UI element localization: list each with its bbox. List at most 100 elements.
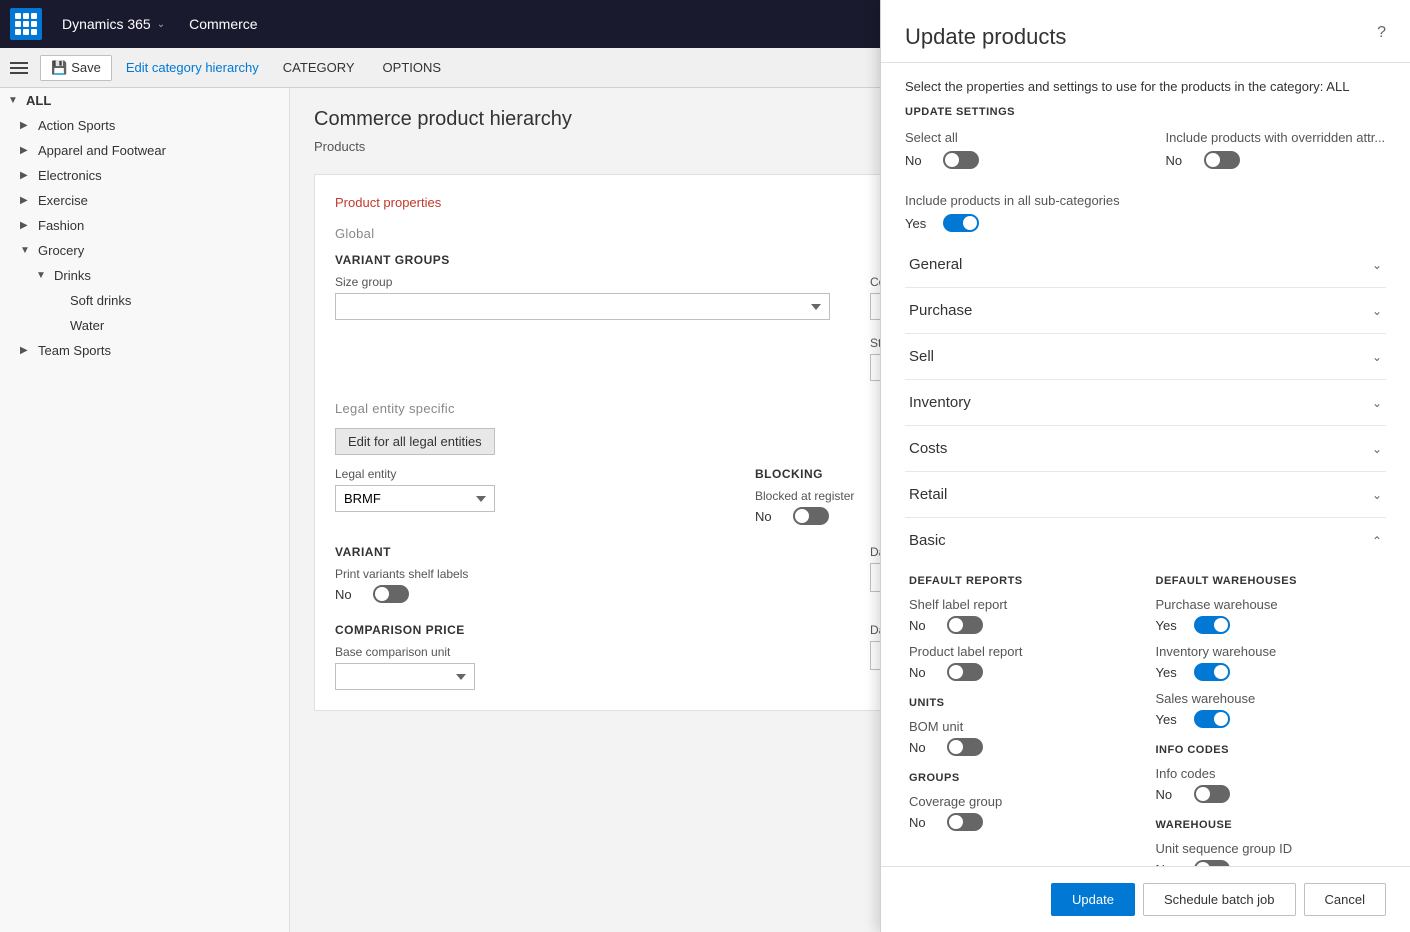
update-button[interactable]: Update	[1051, 883, 1135, 916]
unit-sequence-field: Unit sequence group ID No	[1156, 841, 1383, 866]
sidebar: ▼ ALL ▶ Action Sports ▶ Apparel and Foot…	[0, 88, 290, 932]
hamburger-menu-icon[interactable]	[8, 56, 32, 80]
product-label-report-row: No	[909, 663, 1136, 681]
include-overridden-toggle-row: No	[1166, 151, 1387, 169]
schedule-batch-job-button[interactable]: Schedule batch job	[1143, 883, 1296, 916]
update-settings-row: Select all No Include products with over…	[905, 130, 1386, 177]
purchase-warehouse-toggle[interactable]	[1194, 616, 1230, 634]
accordion-inventory-header[interactable]: Inventory ⌄	[905, 380, 1386, 425]
shelf-label-report-toggle[interactable]	[947, 616, 983, 634]
warehouse-section: WAREHOUSE Unit sequence group ID No	[1156, 819, 1383, 866]
unit-sequence-toggle[interactable]	[1194, 860, 1230, 866]
sidebar-item-action-sports[interactable]: ▶ Action Sports	[0, 113, 289, 138]
legal-entity-col: Legal entity BRMF	[335, 467, 715, 533]
sidebar-item-grocery[interactable]: ▼ Grocery	[0, 238, 289, 263]
apparel-chevron-icon: ▶	[20, 145, 34, 156]
purchase-warehouse-field: Purchase warehouse Yes	[1156, 597, 1383, 634]
print-variants-toggle[interactable]	[373, 585, 409, 603]
panel-description: Select the properties and settings to us…	[905, 88, 1386, 94]
unit-sequence-label: Unit sequence group ID	[1156, 841, 1383, 856]
inventory-warehouse-toggle[interactable]	[1194, 663, 1230, 681]
sidebar-item-exercise[interactable]: ▶ Exercise	[0, 188, 289, 213]
include-subcategories-toggle-row: Yes	[905, 214, 1386, 232]
coverage-group-toggle[interactable]	[947, 813, 983, 831]
cancel-button[interactable]: Cancel	[1304, 883, 1386, 916]
accordion-costs-header[interactable]: Costs ⌄	[905, 426, 1386, 471]
include-overridden-toggle[interactable]	[1204, 151, 1240, 169]
drinks-chevron-icon: ▼	[36, 270, 50, 281]
fashion-chevron-icon: ▶	[20, 220, 34, 231]
apps-button[interactable]	[10, 8, 42, 40]
sidebar-item-soft-drinks[interactable]: Soft drinks	[0, 288, 289, 313]
accordion-basic-header[interactable]: Basic ⌃	[905, 518, 1386, 563]
edit-all-legal-entities-button[interactable]: Edit for all legal entities	[335, 428, 495, 455]
accordion-purchase-header[interactable]: Purchase ⌄	[905, 288, 1386, 333]
inventory-chevron-icon: ⌄	[1372, 396, 1382, 410]
sidebar-item-apparel-footwear[interactable]: ▶ Apparel and Footwear	[0, 138, 289, 163]
edit-category-hierarchy-link[interactable]: Edit category hierarchy	[120, 56, 265, 79]
panel-body: Select the properties and settings to us…	[881, 88, 1410, 866]
base-comparison-unit-select[interactable]	[335, 663, 475, 690]
category-tab[interactable]: CATEGORY	[273, 56, 365, 79]
purchase-warehouse-label: Purchase warehouse	[1156, 597, 1383, 612]
product-label-report-value: No	[909, 665, 939, 680]
accordion-retail: Retail ⌄	[905, 472, 1386, 518]
accordion-basic: Basic ⌃ DEFAULT REPORTS Shelf label repo…	[905, 518, 1386, 866]
info-codes-value: No	[1156, 787, 1186, 802]
general-chevron-icon: ⌄	[1372, 258, 1382, 272]
size-group-field: Size group	[335, 275, 830, 320]
basic-left-col: DEFAULT REPORTS Shelf label report No Pr…	[909, 575, 1136, 866]
accordion-retail-header[interactable]: Retail ⌄	[905, 472, 1386, 517]
coverage-group-label: Coverage group	[909, 794, 1136, 809]
accordion-sell-header[interactable]: Sell ⌄	[905, 334, 1386, 379]
bom-unit-label: BOM unit	[909, 719, 1136, 734]
shelf-label-report-label: Shelf label report	[909, 597, 1136, 612]
options-tab[interactable]: OPTIONS	[373, 56, 452, 79]
include-subcategories-label: Include products in all sub-categories	[905, 193, 1386, 208]
accordion-general: General ⌄	[905, 242, 1386, 288]
product-label-report-toggle[interactable]	[947, 663, 983, 681]
retail-chevron-icon: ⌄	[1372, 488, 1382, 502]
sidebar-item-drinks[interactable]: ▼ Drinks	[0, 263, 289, 288]
save-button[interactable]: 💾 Save	[40, 55, 112, 81]
sidebar-item-all[interactable]: ▼ ALL	[0, 88, 289, 113]
sales-warehouse-toggle[interactable]	[1194, 710, 1230, 728]
style-group-field	[335, 336, 830, 381]
include-overridden-value: No	[1166, 153, 1196, 168]
select-all-toggle[interactable]	[943, 151, 979, 169]
nav-brand[interactable]: Dynamics 365 ⌄	[50, 16, 177, 32]
legal-entity-select[interactable]: BRMF	[335, 485, 495, 512]
sales-warehouse-value: Yes	[1156, 712, 1186, 727]
bom-unit-value: No	[909, 740, 939, 755]
costs-chevron-icon: ⌄	[1372, 442, 1382, 456]
blocked-at-register-toggle[interactable]	[793, 507, 829, 525]
info-codes-toggle[interactable]	[1194, 785, 1230, 803]
variant-heading: VARIANT	[335, 545, 830, 559]
size-group-select[interactable]	[335, 293, 830, 320]
purchase-warehouse-value: Yes	[1156, 618, 1186, 633]
coverage-group-value: No	[909, 815, 939, 830]
basic-chevron-icon: ⌃	[1372, 534, 1382, 548]
include-subcategories-toggle[interactable]	[943, 214, 979, 232]
coverage-group-field: Coverage group No	[909, 794, 1136, 831]
sidebar-item-team-sports[interactable]: ▶ Team Sports	[0, 338, 289, 363]
bom-unit-toggle[interactable]	[947, 738, 983, 756]
sidebar-item-electronics[interactable]: ▶ Electronics	[0, 163, 289, 188]
sidebar-item-fashion[interactable]: ▶ Fashion	[0, 213, 289, 238]
sales-warehouse-label: Sales warehouse	[1156, 691, 1383, 706]
main-layout: ▼ ALL ▶ Action Sports ▶ Apparel and Foot…	[0, 88, 1410, 932]
product-label-report-label: Product label report	[909, 644, 1136, 659]
print-variants-label: Print variants shelf labels	[335, 567, 830, 581]
accordion-general-header[interactable]: General ⌄	[905, 242, 1386, 287]
include-overridden-label: Include products with overridden attr...	[1166, 130, 1387, 145]
print-variants-value: No	[335, 587, 365, 602]
select-all-col: Select all No	[905, 130, 1126, 177]
all-chevron-icon: ▼	[8, 95, 22, 106]
basic-accordion-content: DEFAULT REPORTS Shelf label report No Pr…	[905, 563, 1386, 866]
basic-right-col: DEFAULT WAREHOUSES Purchase warehouse Ye…	[1156, 575, 1383, 866]
blocked-at-register-value: No	[755, 509, 785, 524]
sidebar-item-water[interactable]: Water	[0, 313, 289, 338]
panel-footer: Update Schedule batch job Cancel	[881, 866, 1410, 932]
team-sports-chevron-icon: ▶	[20, 345, 34, 356]
info-codes-row: No	[1156, 785, 1383, 803]
